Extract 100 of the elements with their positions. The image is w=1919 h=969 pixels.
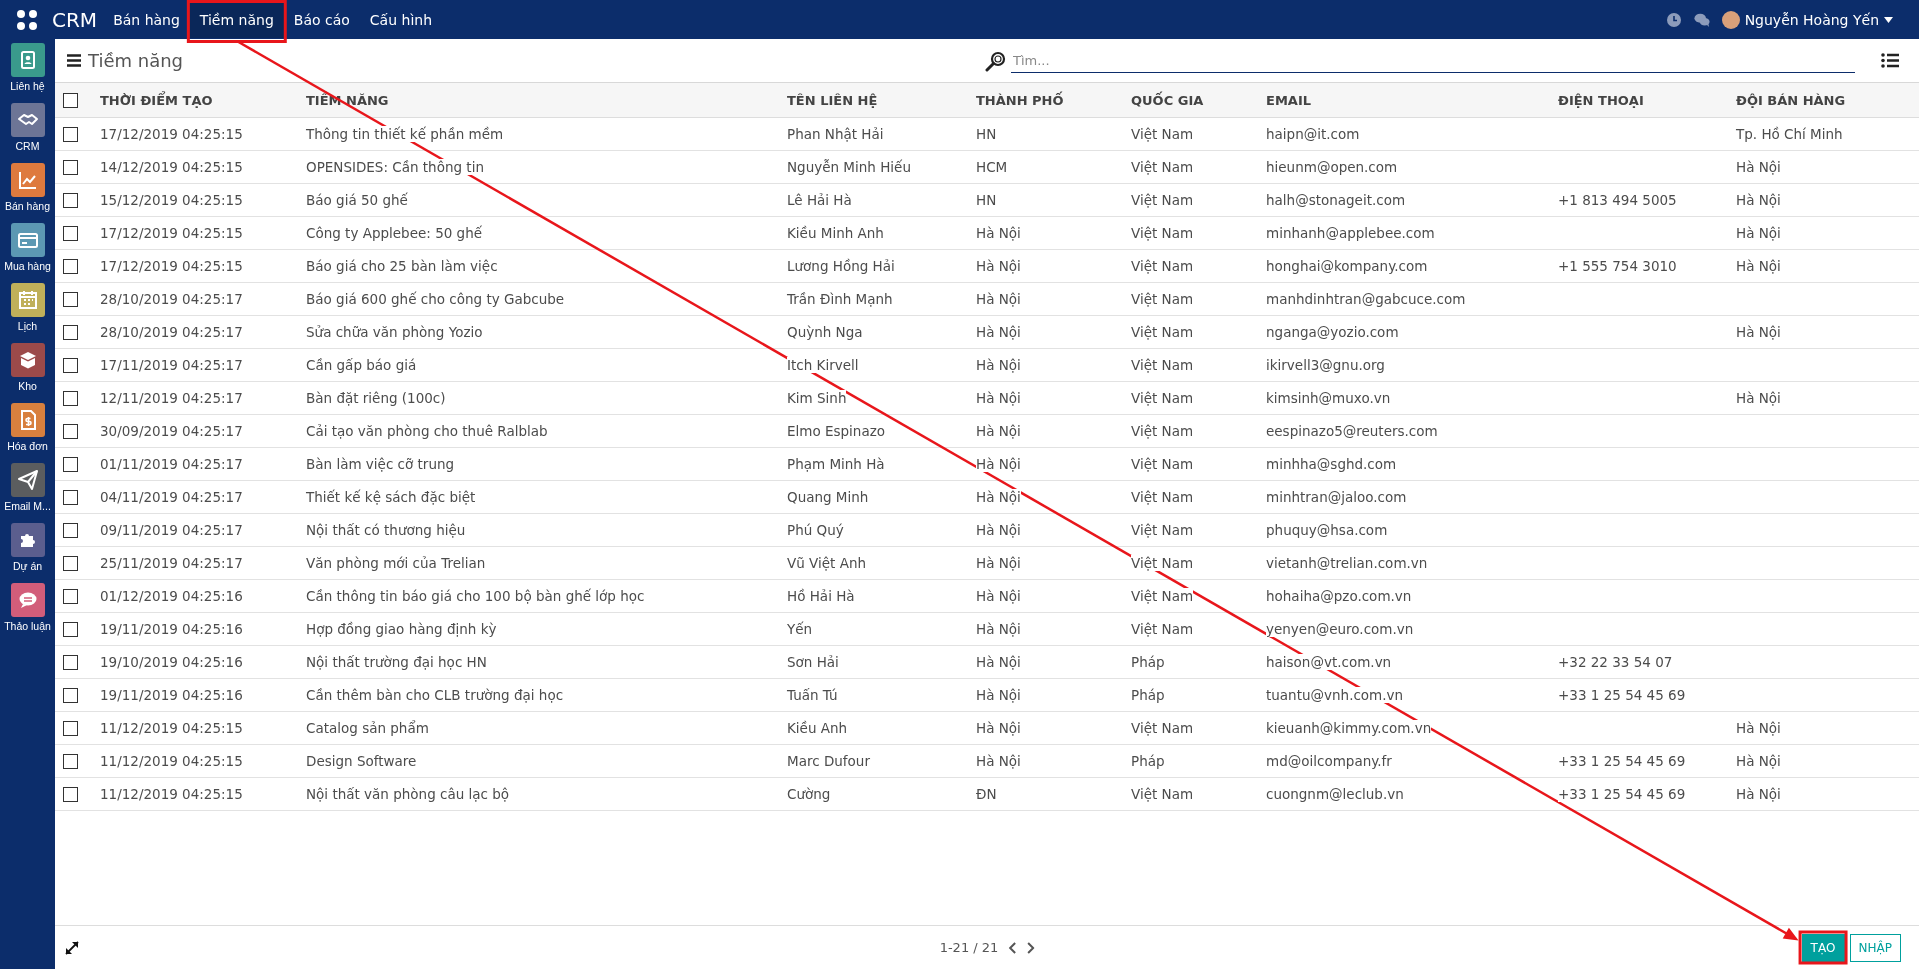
table-cell: +33 1 25 54 45 69 <box>1558 786 1686 802</box>
row-checkbox[interactable] <box>63 555 78 571</box>
app-label[interactable]: Email M... <box>4 500 51 512</box>
app-tile[interactable] <box>10 43 45 77</box>
search-icon[interactable] <box>985 49 1007 72</box>
menu-item[interactable]: Tiềm năng <box>189 1 284 38</box>
app-label[interactable]: Thảo luận <box>4 620 51 632</box>
table-cell: Văn phòng mới của Trelian <box>306 555 486 571</box>
table-cell: Hà Nội <box>976 522 1021 538</box>
clock-icon[interactable] <box>1665 11 1682 28</box>
user-name[interactable]: Nguyễn Hoàng Yến <box>1744 11 1879 28</box>
caret-icon[interactable] <box>1884 16 1893 23</box>
table-cell: +1 555 754 3010 <box>1558 258 1677 274</box>
table-cell: Hà Nội <box>976 654 1021 670</box>
paper-plane-icon <box>15 468 40 492</box>
row-checkbox[interactable] <box>63 522 78 538</box>
row-checkbox[interactable] <box>63 588 78 604</box>
app-tile[interactable] <box>10 343 45 377</box>
app-tile[interactable] <box>10 403 45 437</box>
app-tile[interactable] <box>10 283 45 317</box>
app-tile[interactable] <box>10 103 45 137</box>
table-cell: Nội thất có thương hiệu <box>306 522 466 538</box>
row-checkbox[interactable] <box>63 786 78 802</box>
row-checkbox[interactable] <box>63 126 78 142</box>
row-checkbox[interactable] <box>63 390 78 406</box>
column-header[interactable]: EMAIL <box>1266 92 1311 108</box>
menu-item[interactable]: Cấu hình <box>359 1 442 38</box>
table-cell: Hà Nội <box>976 258 1021 274</box>
column-header[interactable]: TIỀM NĂNG <box>306 92 389 108</box>
app-label[interactable]: Dự án <box>12 560 43 572</box>
table-cell: Việt Nam <box>1131 456 1194 472</box>
row-checkbox[interactable] <box>63 687 78 703</box>
table-cell: md@oilcompany.fr <box>1266 753 1392 769</box>
row-checkbox[interactable] <box>63 258 78 274</box>
app-tile[interactable] <box>10 163 45 197</box>
menu-item[interactable]: Bán hàng <box>103 1 190 38</box>
app-label[interactable]: Kho <box>18 380 37 392</box>
row-checkbox[interactable] <box>63 753 78 769</box>
next-chevron-icon[interactable] <box>1026 941 1035 954</box>
table-cell: phuquy@hsa.com <box>1266 522 1388 538</box>
app-tile[interactable] <box>10 463 45 497</box>
apps-grid-icon[interactable] <box>16 8 38 31</box>
menu-item[interactable]: Báo cáo <box>283 1 360 38</box>
app-tile[interactable] <box>10 583 45 617</box>
table-cell: Việt Nam <box>1131 489 1194 505</box>
table-cell: Bàn đặt riêng (100c) <box>306 390 446 406</box>
table-cell: Phan Nhật Hải <box>787 126 884 142</box>
row-checkbox[interactable] <box>63 621 78 637</box>
app-label[interactable]: Liên hệ <box>10 80 45 92</box>
table-cell: Việt Nam <box>1131 786 1194 802</box>
table-cell: Việt Nam <box>1131 324 1194 340</box>
table-cell: Hà Nội <box>1736 159 1781 175</box>
row-checkbox[interactable] <box>63 225 78 241</box>
table-cell: 17/12/2019 04:25:15 <box>100 225 243 241</box>
table-cell: 19/11/2019 04:25:16 <box>100 621 243 637</box>
app-tile[interactable] <box>10 223 45 257</box>
table-cell: Catalog sản phẩm <box>306 720 429 736</box>
app-label[interactable]: CRM <box>15 140 40 152</box>
row-checkbox[interactable] <box>63 423 78 439</box>
previous-chevron-icon[interactable] <box>1008 941 1017 954</box>
app-label[interactable]: Hóa đơn <box>7 440 48 452</box>
list-view-icon[interactable] <box>1881 53 1899 68</box>
app-tile[interactable] <box>10 523 45 557</box>
table-cell: Hà Nội <box>1736 192 1781 208</box>
row-checkbox[interactable] <box>63 324 78 340</box>
table-cell: Kiều Minh Anh <box>787 225 884 241</box>
table-cell: Yến <box>787 621 813 637</box>
table-cell: haipn@it.com <box>1266 126 1360 142</box>
select-all-checkbox[interactable] <box>63 92 78 108</box>
table-cell: Hà Nội <box>1736 225 1781 241</box>
table-cell: Nguyễn Minh Hiếu <box>787 159 911 175</box>
row-checkbox[interactable] <box>63 654 78 670</box>
row-checkbox[interactable] <box>63 489 78 505</box>
table-cell: Hà Nội <box>976 588 1021 604</box>
table-cell: Kim Sinh <box>787 390 847 406</box>
app-label[interactable]: Mua hàng <box>4 260 51 272</box>
table-cell: Hà Nội <box>976 390 1021 406</box>
table-cell: 17/12/2019 04:25:15 <box>100 258 243 274</box>
row-checkbox[interactable] <box>63 456 78 472</box>
menu-icon[interactable] <box>67 54 81 67</box>
row-checkbox[interactable] <box>63 159 78 175</box>
app-label[interactable]: Bán hàng <box>5 200 50 212</box>
row-checkbox[interactable] <box>63 720 78 736</box>
app-label[interactable]: Lịch <box>17 320 38 332</box>
table-cell: Phạm Minh Hà <box>787 456 885 472</box>
chat-bubbles-icon[interactable] <box>1693 11 1710 28</box>
table-cell: Việt Nam <box>1131 258 1194 274</box>
table-cell: 28/10/2019 04:25:17 <box>100 291 243 307</box>
table-cell: Cải tạo văn phòng cho thuê Ralblab <box>306 423 548 439</box>
page-title: Tiềm năng <box>88 50 184 71</box>
row-checkbox[interactable] <box>63 357 78 373</box>
table-cell: Cần gấp báo giá <box>306 357 417 373</box>
row-checkbox[interactable] <box>63 192 78 208</box>
table-cell: 11/12/2019 04:25:15 <box>100 720 243 736</box>
table-cell: 19/11/2019 04:25:16 <box>100 687 243 703</box>
user-avatar[interactable] <box>1721 10 1740 29</box>
table-cell: Việt Nam <box>1131 621 1194 637</box>
app-title: CRM <box>52 7 98 32</box>
expand-arrows-icon[interactable] <box>65 940 79 955</box>
row-checkbox[interactable] <box>63 291 78 307</box>
